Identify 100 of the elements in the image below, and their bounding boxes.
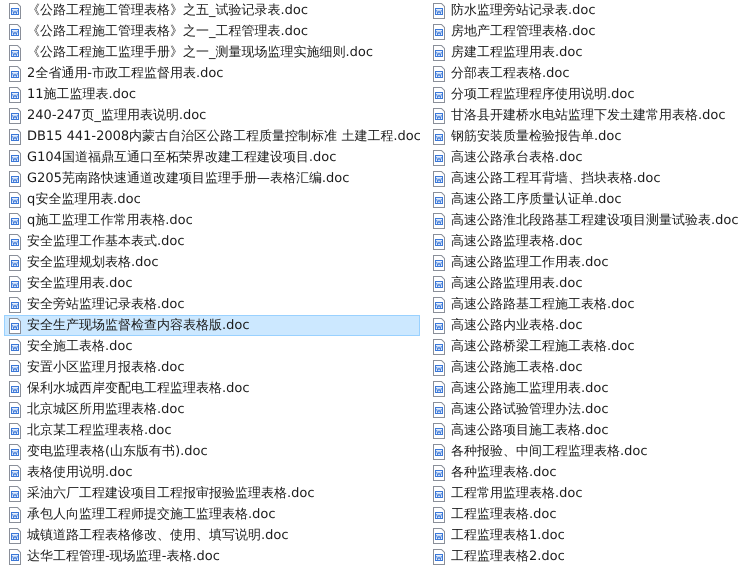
document-icon xyxy=(8,150,22,166)
file-item[interactable]: 房建工程监理用表.doc xyxy=(428,42,747,63)
file-item[interactable]: 高速公路监理表格.doc xyxy=(428,231,747,252)
document-icon xyxy=(432,338,446,354)
file-item[interactable]: q安全监理用表.doc xyxy=(4,189,420,210)
document-icon xyxy=(8,422,22,438)
document-icon xyxy=(8,506,22,522)
file-item[interactable]: 分部表工程表格.doc xyxy=(428,63,747,84)
document-icon xyxy=(432,234,446,250)
file-item[interactable]: DB15 441-2008内蒙古自治区公路工程质量控制标准 土建工程.doc xyxy=(4,126,420,147)
document-icon xyxy=(8,86,22,102)
file-item[interactable]: 城镇道路工程表格修改、使用、填写说明.doc xyxy=(4,525,420,546)
file-item[interactable]: 11施工监理表.doc xyxy=(4,84,420,105)
file-item[interactable]: 《公路工程施工管理表格》之五_试验记录表.doc xyxy=(4,0,420,21)
document-icon xyxy=(432,464,446,480)
document-icon xyxy=(432,548,446,564)
file-item[interactable]: 高速公路淮北段路基工程建设项目测量试验表.doc xyxy=(428,210,747,231)
file-item[interactable]: 工程监理表格.doc xyxy=(428,504,747,525)
document-icon xyxy=(432,86,446,102)
file-item[interactable]: 工程常用监理表格.doc xyxy=(428,483,747,504)
document-icon xyxy=(432,128,446,144)
file-item[interactable]: 分项工程监理程序使用说明.doc xyxy=(428,84,747,105)
file-item[interactable]: 高速公路监理工作用表.doc xyxy=(428,252,747,273)
document-icon xyxy=(8,444,22,460)
file-item[interactable]: 安全旁站监理记录表格.doc xyxy=(4,294,420,315)
document-icon xyxy=(432,44,446,60)
document-icon xyxy=(432,402,446,418)
file-item[interactable]: 高速公路承台表格.doc xyxy=(428,147,747,168)
file-item[interactable]: 各种报验、中间工程监理表格.doc xyxy=(428,441,747,462)
document-icon xyxy=(8,128,22,144)
document-icon xyxy=(432,2,446,18)
file-item[interactable]: 高速公路施工表格.doc xyxy=(428,357,747,378)
document-icon xyxy=(8,486,22,502)
document-icon xyxy=(432,24,446,40)
file-item[interactable]: 甘洛县开建桥水电站监理下发土建常用表格.doc xyxy=(428,105,747,126)
document-icon xyxy=(432,296,446,312)
document-icon xyxy=(432,276,446,292)
file-item[interactable]: G104国道福鼎互通口至柘荣界改建工程建设项目.doc xyxy=(4,147,420,168)
file-item[interactable]: 达华工程管理-现场监理-表格.doc xyxy=(4,546,420,567)
file-item[interactable]: 工程监理表格1.doc xyxy=(428,525,747,546)
document-icon xyxy=(432,108,446,124)
document-icon xyxy=(432,506,446,522)
document-icon xyxy=(8,360,22,376)
file-item[interactable]: 钢筋安装质量检验报告单.doc xyxy=(428,126,747,147)
document-icon xyxy=(432,212,446,228)
document-icon xyxy=(8,192,22,208)
file-item[interactable]: 高速公路项目施工表格.doc xyxy=(428,420,747,441)
file-item[interactable]: 北京城区所用监理表格.doc xyxy=(4,399,420,420)
file-item[interactable]: 高速公路监理用表.doc xyxy=(428,273,747,294)
file-item[interactable]: 北京某工程监理表格.doc xyxy=(4,420,420,441)
document-icon xyxy=(8,318,22,334)
file-item[interactable]: 房地产工程管理表格.doc xyxy=(428,21,747,42)
document-icon xyxy=(8,44,22,60)
file-item[interactable]: 采油六厂工程建设项目工程报审报验监理表格.doc xyxy=(4,483,420,504)
document-icon xyxy=(8,338,22,354)
file-item[interactable]: 防水监理旁站记录表.doc xyxy=(428,0,747,21)
file-item[interactable]: 高速公路工程耳背墙、挡块表格.doc xyxy=(428,168,747,189)
file-item[interactable]: 保利水城西岸变配电工程监理表格.doc xyxy=(4,378,420,399)
file-item[interactable]: 安全监理工作基本表式.doc xyxy=(4,231,420,252)
file-item[interactable]: 高速公路施工监理用表.doc xyxy=(428,378,747,399)
file-item[interactable]: 高速公路内业表格.doc xyxy=(428,315,747,336)
document-icon xyxy=(8,296,22,312)
file-item[interactable]: 变电监理表格(山东版有书).doc xyxy=(4,441,420,462)
document-icon xyxy=(8,24,22,40)
file-item[interactable]: 承包人向监理工程师提交施工监理表格.doc xyxy=(4,504,420,525)
document-icon xyxy=(8,548,22,564)
file-item[interactable]: 安全施工表格.doc xyxy=(4,336,420,357)
document-icon xyxy=(8,234,22,250)
document-icon xyxy=(8,2,22,18)
file-item[interactable]: 2全省通用-市政工程监督用表.doc xyxy=(4,63,420,84)
document-icon xyxy=(432,66,446,82)
file-item[interactable]: 高速公路试验管理办法.doc xyxy=(428,399,747,420)
file-item[interactable]: 《公路工程施工监理手册》之一_测量现场监理实施细则.doc xyxy=(4,42,420,63)
document-icon xyxy=(432,192,446,208)
document-icon xyxy=(432,528,446,544)
file-item[interactable]: 安置小区监理月报表格.doc xyxy=(4,357,420,378)
document-icon xyxy=(8,108,22,124)
document-icon xyxy=(432,380,446,396)
file-item[interactable]: 表格使用说明.doc xyxy=(4,462,420,483)
document-icon xyxy=(432,170,446,186)
file-item[interactable]: 高速公路桥梁工程施工表格.doc xyxy=(428,336,747,357)
file-item[interactable]: 安全监理用表.doc xyxy=(4,273,420,294)
document-icon xyxy=(8,276,22,292)
file-item[interactable]: 240-247页_监理用表说明.doc xyxy=(4,105,420,126)
document-icon xyxy=(8,66,22,82)
document-icon xyxy=(8,254,22,270)
document-icon xyxy=(8,212,22,228)
file-item[interactable]: 安全生产现场监督检查内容表格版.doc xyxy=(4,315,420,336)
file-item[interactable]: 工程监理表格2.doc xyxy=(428,546,747,567)
document-icon xyxy=(432,486,446,502)
file-item[interactable]: 高速公路路基工程施工表格.doc xyxy=(428,294,747,315)
file-item[interactable]: q施工监理工作常用表格.doc xyxy=(4,210,420,231)
file-item[interactable]: 《公路工程施工管理表格》之一_工程管理表.doc xyxy=(4,21,420,42)
document-icon xyxy=(432,150,446,166)
document-icon xyxy=(8,170,22,186)
file-item[interactable]: G205芜南路快速通道改建项目监理手册—表格汇编.doc xyxy=(4,168,420,189)
file-item[interactable]: 安全监理规划表格.doc xyxy=(4,252,420,273)
document-icon xyxy=(432,318,446,334)
file-item[interactable]: 各种监理表格.doc xyxy=(428,462,747,483)
file-item[interactable]: 高速公路工序质量认证单.doc xyxy=(428,189,747,210)
